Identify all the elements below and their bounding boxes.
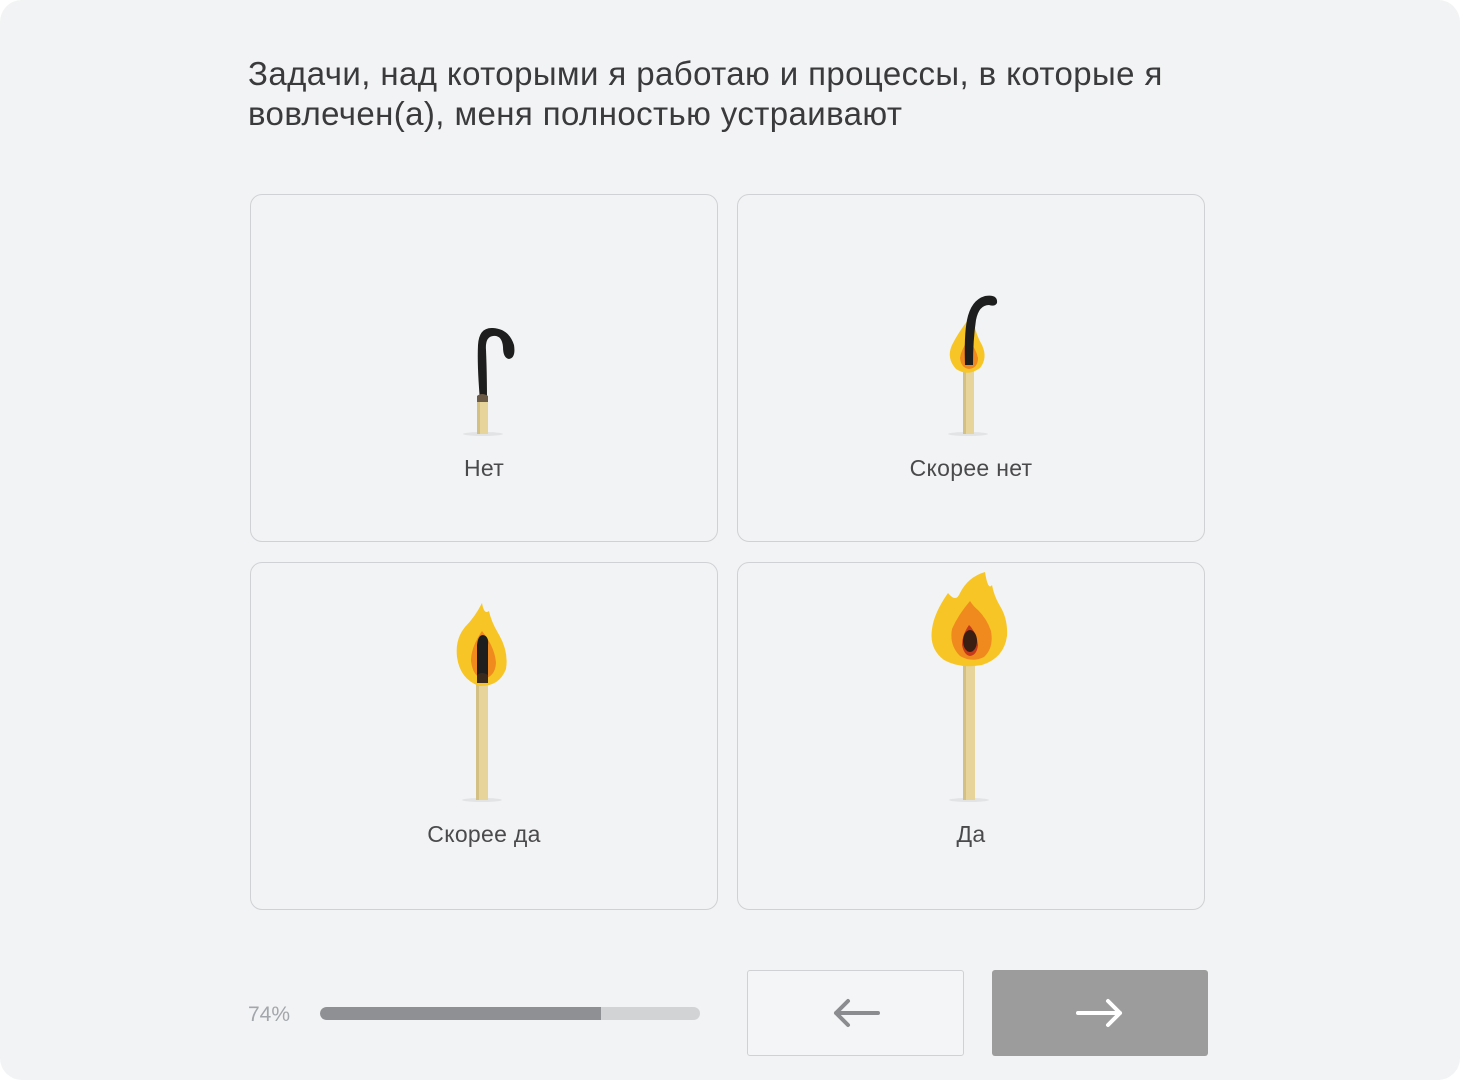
back-button[interactable] bbox=[747, 970, 964, 1056]
blazing-match-icon bbox=[931, 572, 1008, 802]
progress-percent: 74% bbox=[248, 1003, 291, 1026]
option-label: Скорее да bbox=[427, 821, 541, 847]
survey-page: Задачи, над которыми я работаю и процесс… bbox=[0, 0, 1460, 1080]
option-label: Скорее нет bbox=[909, 455, 1033, 481]
lit-match-icon bbox=[456, 603, 507, 802]
option-label: Да bbox=[956, 821, 986, 847]
burnt-match-icon bbox=[463, 327, 515, 436]
arrow-right-icon bbox=[1076, 999, 1122, 1027]
next-button[interactable] bbox=[992, 970, 1208, 1056]
question-text: Задачи, над которыми я работаю и процесс… bbox=[248, 55, 1163, 132]
option-label: Нет bbox=[463, 455, 505, 481]
option-rather-no[interactable]: Скорее нет bbox=[737, 194, 1205, 542]
option-rather-yes[interactable]: Скорее да bbox=[250, 562, 718, 910]
progress-fill bbox=[320, 1007, 602, 1020]
progress-bar bbox=[320, 1007, 700, 1020]
dying-match-icon bbox=[948, 295, 998, 436]
option-yes[interactable]: Да bbox=[737, 562, 1205, 910]
arrow-left-icon bbox=[833, 999, 880, 1027]
option-no[interactable]: Нет bbox=[250, 194, 718, 542]
